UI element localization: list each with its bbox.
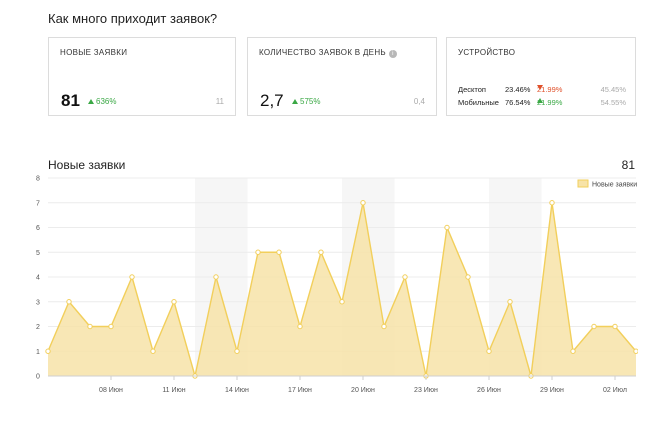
data-point bbox=[360, 200, 366, 206]
new-requests-label: НОВЫЕ ЗАЯВКИ bbox=[60, 48, 128, 57]
arrow-up-icon bbox=[88, 99, 94, 104]
requests-per-day-label: КОЛИЧЕСТВО ЗАЯВОК В ДЕНЬ i bbox=[259, 48, 397, 58]
new-requests-value: 81 bbox=[61, 91, 80, 110]
y-tick-label: 3 bbox=[36, 299, 40, 306]
data-point bbox=[381, 323, 387, 330]
data-point bbox=[45, 348, 51, 354]
new-requests-delta: 636% bbox=[88, 97, 116, 106]
device-share: 76.54% bbox=[505, 98, 531, 107]
x-tick-label: 26 Июн bbox=[477, 387, 501, 394]
device-card: УСТРОЙСТВО Десктоп 23.46% 21.99% 45.45% … bbox=[446, 37, 636, 116]
data-point bbox=[486, 348, 492, 354]
legend-swatch bbox=[577, 179, 589, 188]
y-tick-label: 2 bbox=[36, 324, 40, 331]
data-point bbox=[276, 249, 282, 255]
requests-per-day-card: КОЛИЧЕСТВО ЗАЯВОК В ДЕНЬ i 2,7 575% 0,4 bbox=[247, 37, 437, 116]
new-requests-previous: 11 bbox=[215, 97, 224, 106]
data-point bbox=[402, 274, 408, 280]
data-point bbox=[549, 200, 555, 206]
legend-label: Новые заявки bbox=[592, 182, 637, 189]
data-point bbox=[591, 323, 597, 330]
data-point bbox=[66, 299, 72, 305]
data-point bbox=[108, 323, 114, 330]
device-row-desktop: Десктоп 23.46% 21.99% 45.45% bbox=[458, 85, 626, 94]
arrow-up-icon bbox=[292, 99, 298, 104]
device-row-mobile: Мобильные 76.54% 21.99% 54.55% bbox=[458, 98, 626, 107]
data-point bbox=[465, 274, 471, 280]
chart-total: 81 bbox=[621, 158, 635, 172]
y-tick-label: 4 bbox=[36, 275, 40, 282]
x-tick-label: 08 Июн bbox=[99, 387, 123, 394]
x-tick-label: 20 Июн bbox=[351, 387, 375, 394]
requests-per-day-value: 2,7 bbox=[260, 91, 284, 110]
data-point bbox=[633, 348, 638, 354]
data-point bbox=[570, 348, 576, 354]
page-title: Как много приходит заявок? bbox=[48, 11, 218, 26]
data-point bbox=[507, 299, 513, 305]
data-point bbox=[234, 348, 240, 354]
x-tick-label: 29 Июн bbox=[540, 387, 564, 394]
x-tick-label: 17 Июн bbox=[288, 387, 312, 394]
x-tick-label: 11 Июн bbox=[162, 387, 185, 394]
new-requests-card: НОВЫЕ ЗАЯВКИ 81 636% 11 bbox=[48, 37, 236, 116]
chart-title: Новые заявки bbox=[48, 158, 126, 172]
data-point bbox=[171, 299, 177, 305]
y-tick-label: 7 bbox=[36, 200, 40, 207]
data-point bbox=[612, 323, 618, 330]
device-name: Мобильные bbox=[458, 98, 499, 107]
x-tick-label: 02 Июл bbox=[603, 387, 627, 394]
data-point bbox=[87, 323, 93, 330]
y-tick-label: 5 bbox=[36, 250, 40, 257]
y-tick-label: 0 bbox=[36, 374, 40, 381]
requests-per-day-previous: 0,4 bbox=[413, 97, 425, 106]
y-tick-label: 6 bbox=[36, 225, 40, 232]
device-label: УСТРОЙСТВО bbox=[458, 48, 516, 57]
new-requests-chart: 0 1 2 3 4 5 6 7 8 08 Июн 11 Июн 14 Июн 17 Июн 20 Июн 2… bbox=[36, 176, 638, 394]
device-previous: 45.45% bbox=[600, 85, 626, 94]
data-point bbox=[318, 249, 324, 255]
chart-legend: Новые заявки bbox=[577, 179, 637, 189]
y-tick-label: 1 bbox=[36, 349, 40, 356]
data-point bbox=[150, 348, 156, 354]
device-previous: 54.55% bbox=[600, 98, 626, 107]
data-point bbox=[129, 274, 135, 280]
data-point bbox=[339, 299, 345, 305]
x-tick-label: 23 Июн bbox=[414, 387, 438, 394]
x-tick-label: 14 Июн bbox=[225, 387, 249, 394]
data-point bbox=[213, 274, 219, 280]
data-point bbox=[297, 323, 303, 330]
y-tick-label: 8 bbox=[36, 176, 40, 183]
requests-per-day-delta: 575% bbox=[292, 97, 320, 106]
device-name: Десктоп bbox=[458, 85, 486, 94]
info-icon[interactable]: i bbox=[388, 50, 397, 58]
device-share: 23.46% bbox=[505, 85, 531, 94]
data-point bbox=[255, 249, 261, 255]
data-point bbox=[444, 224, 450, 231]
